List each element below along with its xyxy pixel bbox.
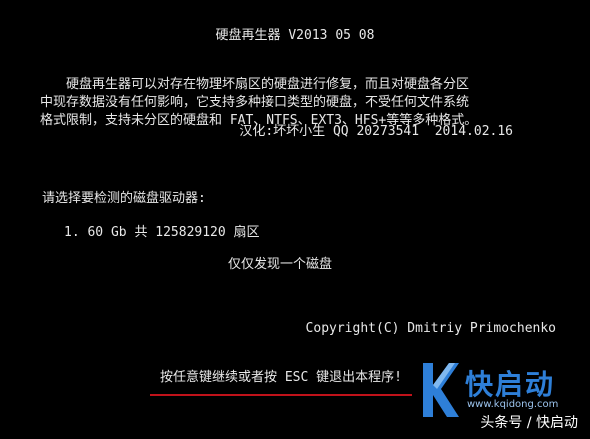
exit-prompt: 按任意键继续或者按 ESC 键退出本程序! — [160, 370, 402, 385]
watermark-brand: 快启动 — [465, 368, 556, 401]
k-logo-icon — [423, 363, 459, 417]
description-line-2: 中现存数据没有任何影响，它支持多种接口类型的硬盘，不受任何文件系统 — [40, 95, 470, 110]
watermark-tag: 头条号 / 快启动 — [480, 415, 578, 431]
select-drive-prompt: 请选择要检测的磁盘驱动器: — [42, 191, 206, 206]
exit-prompt-underline — [150, 394, 412, 396]
watermark-url: www.kqidong.com — [467, 399, 559, 410]
program-title: 硬盘再生器 V2013 05 08 — [215, 28, 375, 43]
found-message: 仅仅发现一个磁盘 — [227, 257, 332, 272]
description-line-1: 硬盘再生器可以对存在物理坏扇区的硬盘进行修复，而且对硬盘各分区 — [66, 77, 470, 92]
copyright-notice: Copyright(C) Dmitriy Primochenko — [305, 321, 556, 336]
translator-credit: 汉化:坏坏小生 QQ 20273541 2014.02.16 — [239, 124, 513, 139]
drive-option-1[interactable]: 1. 60 Gb 共 125829120 扇区 — [64, 224, 260, 242]
console-screen: 硬盘再生器 V2013 05 08 硬盘再生器可以对存在物理坏扇区的硬盘进行修复… — [0, 0, 590, 439]
